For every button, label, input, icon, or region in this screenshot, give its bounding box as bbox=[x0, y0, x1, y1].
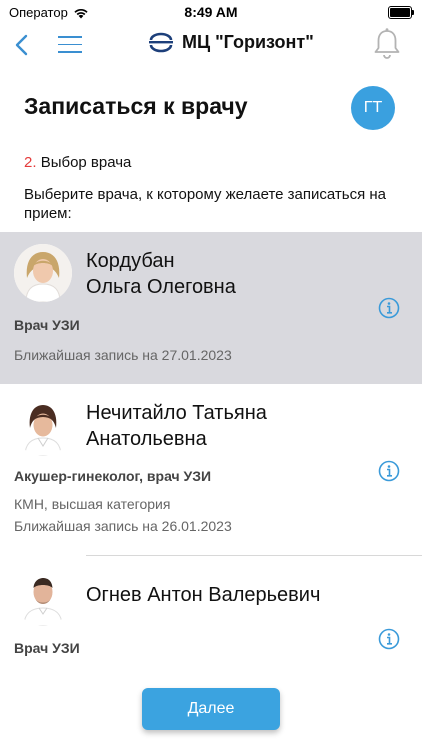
info-icon[interactable] bbox=[378, 297, 400, 319]
chevron-left-icon[interactable] bbox=[12, 30, 32, 60]
logo-icon bbox=[149, 32, 173, 53]
doctor-name-line2: Анатольевна bbox=[86, 428, 207, 450]
doctor-card[interactable]: Нечитайло Татьяна Анатольевна Акушер-гин… bbox=[0, 384, 422, 556]
doctor-photo bbox=[14, 244, 72, 302]
doctor-name-line1: Нечитайло Татьяна bbox=[86, 402, 267, 424]
user-avatar[interactable]: ГТ bbox=[351, 86, 395, 130]
brand: МЦ "Горизонт" bbox=[148, 31, 314, 53]
doctor-name: Нечитайло Татьяна Анатольевна bbox=[86, 400, 386, 452]
step-number: 2. bbox=[24, 154, 37, 171]
bell-icon[interactable] bbox=[372, 27, 402, 61]
status-bar: Оператор 8:49 AM bbox=[0, 0, 422, 24]
doctor-name-line1: Кордубан bbox=[86, 250, 175, 272]
step-label: Выбор врача bbox=[40, 154, 132, 171]
instruction-text: Выберите врача, к которому желаете запис… bbox=[24, 186, 387, 222]
doctor-card[interactable]: Огнев Антон Валерьевич Врач УЗИ bbox=[0, 556, 422, 676]
doctor-specialty: Врач УЗИ bbox=[14, 317, 80, 333]
doctor-card[interactable]: Кордубан Ольга Олеговна Врач УЗИ Ближайш… bbox=[0, 232, 422, 384]
next-button[interactable]: Далее bbox=[142, 688, 280, 730]
app-title: МЦ "Горизонт" bbox=[182, 31, 314, 52]
doctor-qualification: КМН, высшая категория bbox=[14, 496, 171, 512]
battery-icon bbox=[388, 6, 414, 19]
nav-bar: МЦ "Горизонт" bbox=[0, 24, 422, 66]
doctor-specialty: Акушер-гинеколог, врач УЗИ bbox=[14, 468, 212, 484]
info-icon[interactable] bbox=[378, 628, 400, 650]
menu-icon[interactable] bbox=[58, 36, 82, 53]
nearest-appointment: Ближайшая запись на 27.01.2023 bbox=[14, 347, 232, 363]
doctor-name: Огнев Антон Валерьевич bbox=[86, 582, 386, 608]
doctor-name-line2: Ольга Олеговна bbox=[86, 276, 236, 298]
doctor-list: Кордубан Ольга Олеговна Врач УЗИ Ближайш… bbox=[0, 232, 422, 676]
doctor-specialty: Врач УЗИ bbox=[14, 640, 80, 656]
status-time: 8:49 AM bbox=[184, 4, 238, 20]
doctor-name: Кордубан Ольга Олеговна bbox=[86, 248, 386, 300]
doctor-photo bbox=[14, 398, 72, 456]
info-icon[interactable] bbox=[378, 460, 400, 482]
page-title: Записаться к врачу bbox=[24, 93, 248, 119]
step-indicator: 2. Выбор врача bbox=[24, 154, 131, 171]
nearest-appointment: Ближайшая запись на 26.01.2023 bbox=[14, 518, 232, 534]
doctor-name-line1: Огнев Антон Валерьевич bbox=[86, 584, 321, 606]
doctor-photo bbox=[14, 568, 72, 626]
